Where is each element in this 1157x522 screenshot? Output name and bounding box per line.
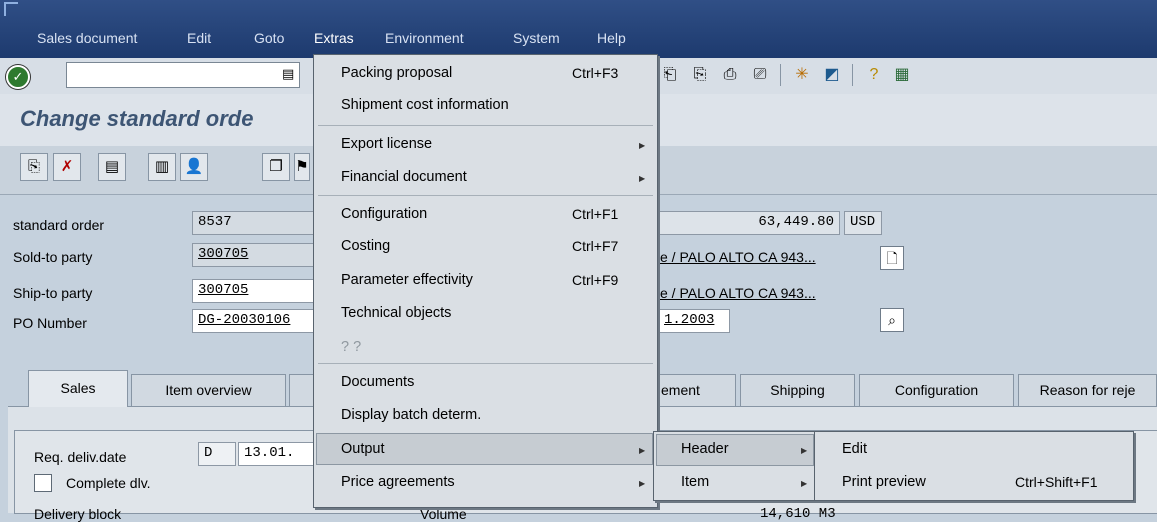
menu-header-edit[interactable]: Edit: [842, 441, 867, 457]
menu-configuration[interactable]: Configuration: [341, 206, 427, 222]
po-search-icon[interactable]: ⌕: [880, 308, 904, 332]
header-submenu: Edit Print preview Ctrl+Shift+F1: [814, 431, 1134, 501]
shortcut-icon[interactable]: ◩: [820, 63, 844, 87]
previous-page-icon[interactable]: ⎘: [688, 63, 712, 87]
tab-reason-for-rejection[interactable]: Reason for reje: [1018, 374, 1157, 406]
submenu-arrow-icon: ▶: [801, 479, 808, 488]
item-details-icon[interactable]: ▥: [148, 153, 176, 181]
menu-output-item[interactable]: Item: [681, 474, 709, 490]
po-number-field[interactable]: DG-20030106: [192, 309, 314, 333]
sold-to-party-field[interactable]: 300705: [192, 243, 314, 267]
volume-label: Volume: [420, 506, 467, 522]
net-value-field: 63,449.80: [658, 211, 840, 235]
menu-price-agreements[interactable]: Price agreements: [341, 474, 455, 490]
create-session-icon[interactable]: ✳: [790, 63, 814, 87]
submenu-arrow-icon: ▶: [639, 174, 646, 183]
ship-to-party-field[interactable]: 300705: [192, 279, 314, 303]
req-deliv-date-field[interactable]: 13.01.: [238, 442, 314, 466]
more-actions-icon[interactable]: ⚑: [294, 153, 310, 181]
menu-shipment-cost-information[interactable]: Shipment cost information: [341, 97, 509, 113]
submenu-arrow-icon: ▶: [801, 446, 808, 455]
extras-dropdown: Packing proposal Ctrl+F3 Shipment cost i…: [313, 54, 658, 508]
submenu-arrow-icon: ▶: [639, 479, 646, 488]
packing-proposal-shortcut: Ctrl+F3: [572, 65, 619, 81]
menu-parameter-effectivity[interactable]: Parameter effectivity: [341, 272, 473, 288]
tab-ordering-party[interactable]: [289, 374, 315, 406]
delivery-block-label: Delivery block: [34, 506, 122, 522]
next-page-icon[interactable]: ⎙: [718, 63, 742, 87]
ship-to-address-link[interactable]: e / PALO ALTO CA 943...: [660, 285, 816, 301]
menu-extras[interactable]: Extras: [314, 30, 354, 46]
po-date-field[interactable]: 1.2003: [658, 309, 730, 333]
tab-item-overview[interactable]: Item overview: [131, 374, 286, 406]
header-highlight: [656, 434, 814, 466]
sold-to-party-label: Sold-to party: [13, 249, 93, 265]
toolbar-separator: [780, 64, 781, 86]
menu-environment[interactable]: Environment: [385, 30, 464, 46]
complete-dlv-checkbox[interactable]: [34, 474, 52, 492]
first-page-icon[interactable]: ⎗: [658, 63, 682, 87]
print-preview-shortcut: Ctrl+Shift+F1: [1015, 474, 1098, 490]
menu-documents[interactable]: Documents: [341, 374, 414, 390]
document-icon[interactable]: ❐: [262, 153, 290, 181]
standard-order-field[interactable]: 8537: [192, 211, 314, 235]
standard-order-label: standard order: [13, 217, 105, 233]
currency-field: USD: [844, 211, 882, 235]
menu-help[interactable]: Help: [597, 30, 626, 46]
menu-system[interactable]: System: [513, 30, 560, 46]
menu-costing[interactable]: Costing: [341, 238, 390, 254]
menu-packing-proposal[interactable]: Packing proposal: [341, 65, 452, 81]
menu-output-header[interactable]: Header: [681, 441, 729, 457]
layout-menu-icon[interactable]: ▦: [890, 63, 914, 87]
menu-print-preview[interactable]: Print preview: [842, 474, 926, 490]
menu-display-batch-determ[interactable]: Display batch determ.: [341, 407, 481, 423]
volume-value: 14,610 M3: [760, 506, 836, 522]
submenu-arrow-icon: ▶: [639, 141, 646, 150]
window-corner-icon: [4, 2, 18, 16]
tab-shipping[interactable]: Shipping: [740, 374, 855, 406]
tab-procurement[interactable]: ement: [658, 374, 736, 406]
menu-separator: [318, 195, 653, 196]
tab-configuration[interactable]: Configuration: [859, 374, 1014, 406]
configuration-shortcut: Ctrl+F1: [572, 206, 619, 222]
menu-financial-document[interactable]: Financial document: [341, 169, 467, 185]
menu-separator: [318, 125, 653, 126]
req-deliv-type-field[interactable]: D: [198, 442, 236, 466]
help-icon[interactable]: ?: [862, 63, 886, 87]
menu-sales-document[interactable]: Sales document: [37, 30, 137, 46]
toolbar-separator: [852, 64, 853, 86]
tab-sales[interactable]: Sales: [28, 370, 128, 407]
display-document-flow-icon[interactable]: ⎘: [20, 153, 48, 181]
cancel-document-icon[interactable]: ✗: [53, 153, 81, 181]
output-submenu: Header ▶ Item ▶: [653, 431, 819, 501]
costing-shortcut: Ctrl+F7: [572, 238, 619, 254]
sold-to-address-link[interactable]: e / PALO ALTO CA 943...: [660, 249, 816, 265]
document-view-icon[interactable]: 🗋: [880, 246, 904, 270]
req-deliv-date-label: Req. deliv.date: [34, 449, 127, 465]
parameter-effectivity-shortcut: Ctrl+F9: [572, 272, 619, 288]
complete-dlv-label: Complete dlv.: [66, 475, 151, 491]
menu-output[interactable]: Output: [341, 441, 385, 457]
partner-icon[interactable]: 👤: [180, 153, 208, 181]
menu-export-license[interactable]: Export license: [341, 136, 432, 152]
page-title: Change standard orde: [20, 106, 254, 131]
menu-technical-objects[interactable]: Technical objects: [341, 305, 451, 321]
menu-bar: [0, 0, 1157, 58]
po-number-label: PO Number: [13, 315, 87, 331]
header-details-icon[interactable]: ▤: [98, 153, 126, 181]
submenu-arrow-icon: ▶: [639, 446, 646, 455]
menu-separator: [318, 363, 653, 364]
menu-edit[interactable]: Edit: [187, 30, 211, 46]
menu-unknown-disabled: ? ?: [341, 339, 362, 355]
menu-goto[interactable]: Goto: [254, 30, 284, 46]
last-page-icon[interactable]: ⎚: [748, 63, 772, 87]
command-field[interactable]: [66, 62, 300, 88]
command-history-icon[interactable]: ▤: [282, 66, 294, 82]
enter-check-icon[interactable]: ✓: [6, 65, 30, 89]
ship-to-party-label: Ship-to party: [13, 285, 93, 301]
